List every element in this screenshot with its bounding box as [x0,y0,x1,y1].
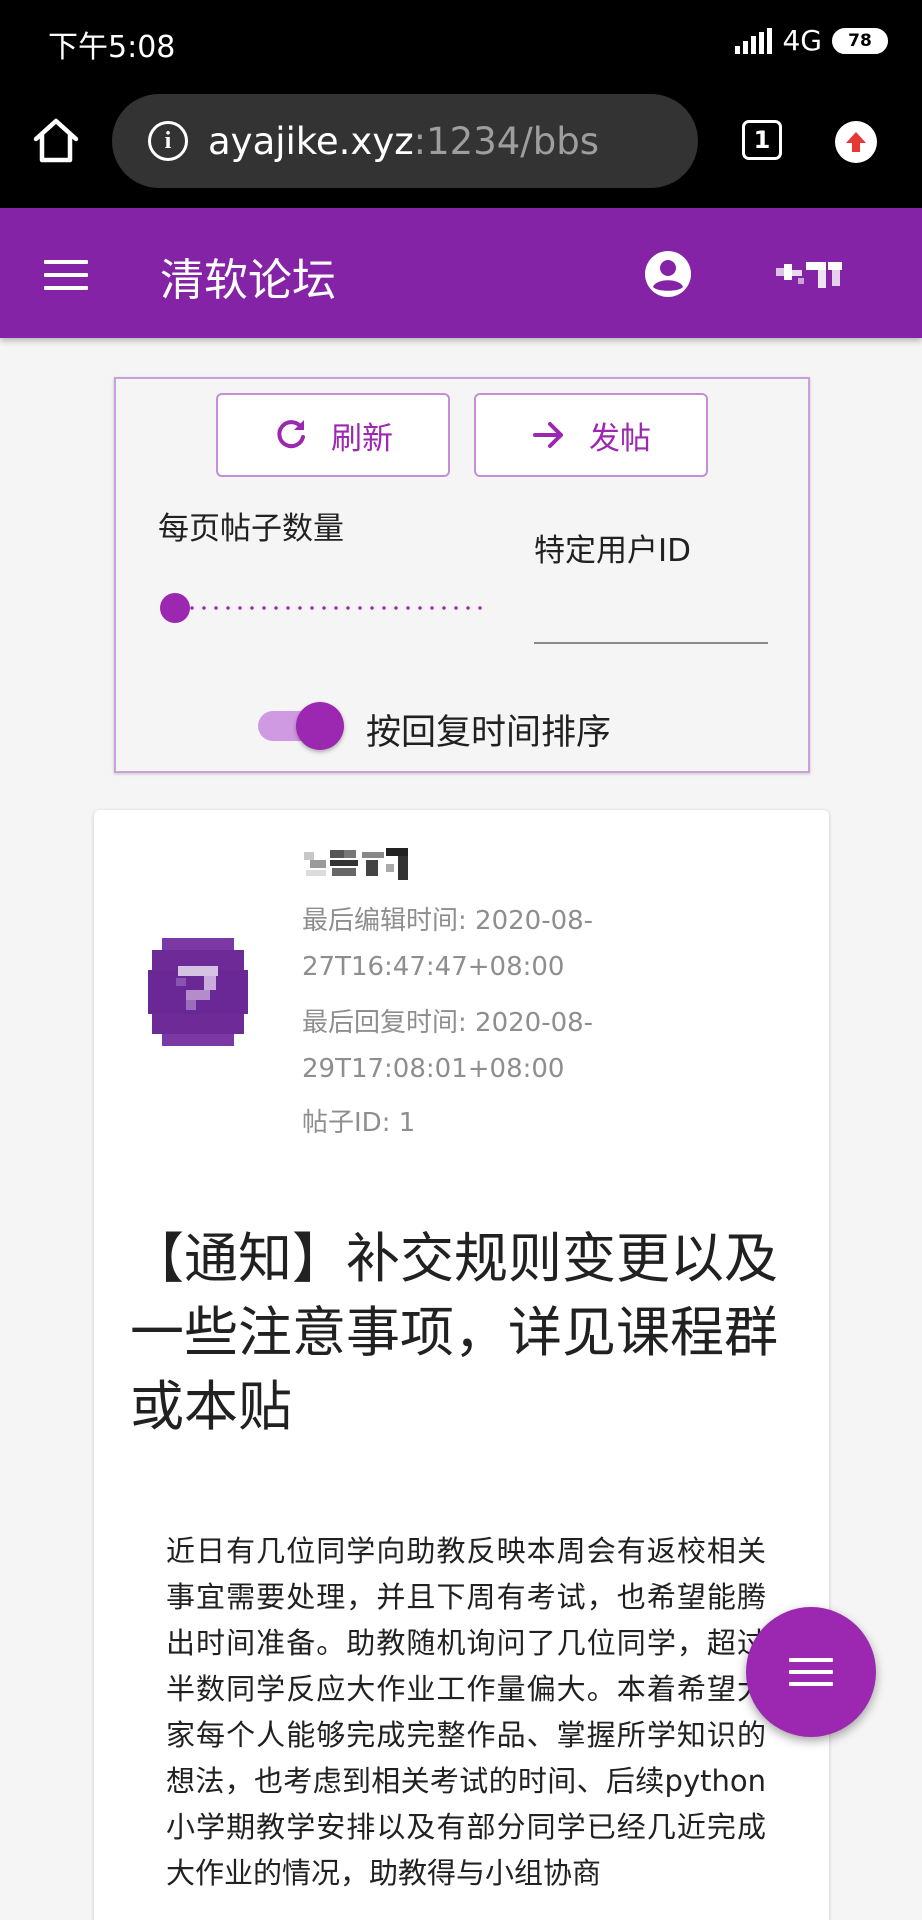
slider-thumb[interactable] [160,593,190,623]
app-title: 清软论坛 [160,255,336,306]
author-avatar[interactable] [148,938,248,1046]
status-bar: 下午5:08 4G 78 [0,0,922,84]
toggle-thumb[interactable] [296,702,344,750]
url-host: ayajike.xyz [208,119,414,163]
post-body: 近日有几位同学向助教反映本周会有返校相关事宜需要处理，并且下周有考试，也希望能腾… [166,1534,766,1890]
author-name-pixelated[interactable] [302,844,418,882]
status-indicators: 4G 78 [735,24,888,57]
app-bar: 清软论坛 [0,208,922,338]
signal-icon [735,27,773,54]
sort-by-reply-toggle[interactable] [258,701,344,751]
tab-count: 1 [753,126,771,154]
post-title[interactable]: 【通知】补交规则变更以及一些注意事项，详见课程群或本贴 [130,1222,790,1444]
battery-level: 78 [848,30,872,51]
url-path: :1234/bbs [413,119,599,163]
network-type: 4G [782,24,822,57]
status-time: 下午5:08 [48,30,176,65]
controls-panel: 刷新 发帖 每页帖子数量 特定用户ID 按回复时间排序 [114,377,810,773]
posts-per-page-slider[interactable] [160,593,490,623]
user-id-input[interactable] [534,584,768,644]
new-post-label: 发帖 [589,420,651,457]
fab-menu-icon [789,1658,833,1662]
tabs-icon[interactable]: 1 [742,120,782,160]
last-edit-time: 最后编辑时间: 2020-08-27T16:47:47+08:00 [302,906,594,982]
username-pixelated[interactable] [776,256,846,292]
fab-menu-button[interactable] [746,1607,876,1737]
posts-per-page-label: 每页帖子数量 [158,511,344,547]
url-text[interactable]: ayajike.xyz:1234/bbs [208,120,599,163]
info-icon[interactable]: i [148,121,188,161]
refresh-icon [277,420,305,449]
user-id-label: 特定用户ID [534,533,692,569]
refresh-label: 刷新 [331,420,393,457]
menu-icon[interactable] [44,260,88,290]
home-icon[interactable] [30,114,82,166]
post-card[interactable]: 最后编辑时间: 2020-08-27T16:47:47+08:00 最后回复时间… [94,810,829,1920]
last-reply-time: 最后回复时间: 2020-08-29T17:08:01+08:00 [302,1008,594,1084]
battery-icon: 78 [832,27,888,54]
slider-track[interactable] [174,606,490,610]
account-icon[interactable] [644,250,692,298]
url-bar[interactable]: i ayajike.xyz:1234/bbs [112,94,698,188]
refresh-button[interactable]: 刷新 [216,393,450,477]
sort-by-reply-label: 按回复时间排序 [366,713,612,753]
browser-toolbar: i ayajike.xyz:1234/bbs 1 [0,84,922,208]
new-post-button[interactable]: 发帖 [474,393,708,477]
arrow-right-icon [533,422,563,448]
post-id: 帖子ID: 1 [302,1108,416,1138]
update-icon[interactable] [835,121,877,163]
